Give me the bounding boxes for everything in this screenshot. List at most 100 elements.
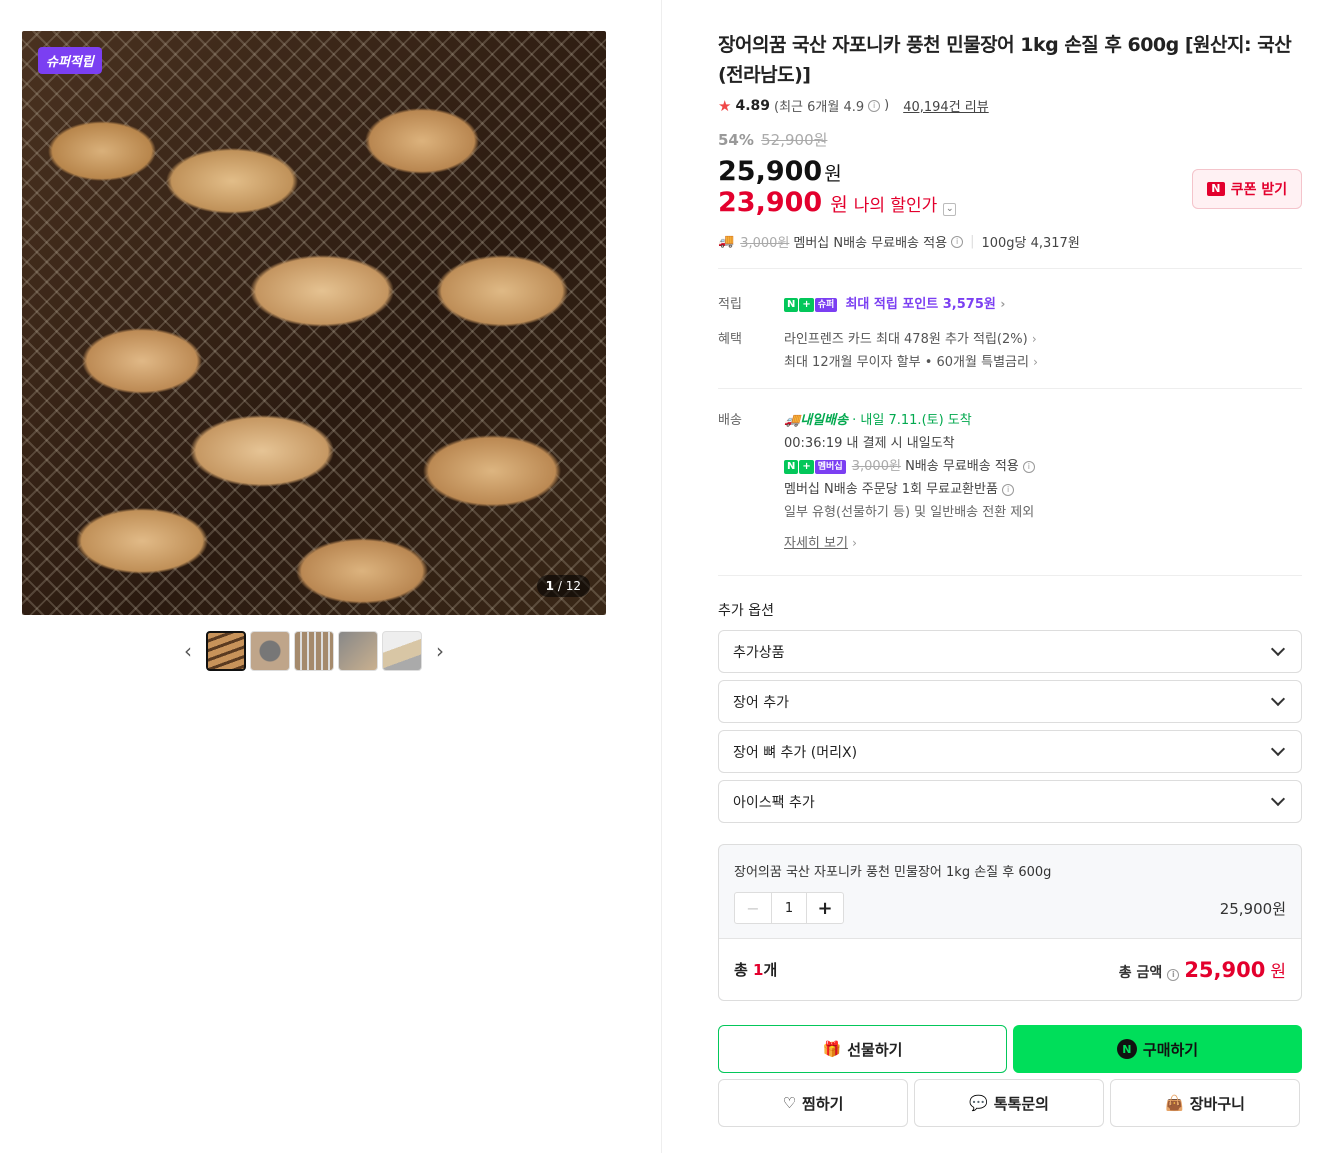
product-info-panel: 장어의꿈 국산 자포니카 풍천 민물장어 1kg 손질 후 600g [원산지:… <box>718 30 1302 1127</box>
thumbnail-3[interactable] <box>294 631 334 671</box>
divider <box>718 388 1302 389</box>
thumb-prev-icon[interactable]: ‹ <box>174 631 202 671</box>
delivery-detail-link[interactable]: 자세히 보기 › <box>784 532 1302 555</box>
product-title: 장어의꿈 국산 자포니카 풍천 민물장어 1kg 손질 후 600g [원산지:… <box>718 34 1292 86</box>
gift-button[interactable]: 🎁 선물하기 <box>718 1025 1007 1073</box>
plus-badge: + <box>799 459 814 474</box>
separator: | <box>970 234 975 249</box>
thumbnail-2[interactable] <box>250 631 290 671</box>
super-points-badge: 슈퍼적립 <box>38 47 102 74</box>
thumbnail-1[interactable] <box>206 631 246 671</box>
delivery-truck-icon: 🚚 <box>784 413 801 428</box>
tomorrow-delivery-badge: 🚚내일배송 <box>784 413 848 428</box>
truck-icon: 🚚 <box>718 234 735 249</box>
chevron-down-icon[interactable]: ⌄ <box>943 203 957 216</box>
options-title: 추가 옵션 <box>718 603 774 619</box>
quantity-stepper: − 1 + <box>734 892 844 924</box>
card-benefit-link[interactable]: 라인프렌즈 카드 최대 478원 추가 적립(2%) › <box>784 328 1302 351</box>
coupon-button[interactable]: N 쿠폰 받기 <box>1192 169 1302 209</box>
coupon-label: 쿠폰 받기 <box>1230 182 1288 198</box>
free-exchange-text: 멤버십 N배송 주문당 1회 무료교환반품 <box>784 482 998 497</box>
delivery-date: · 내일 7.11.(토) 도착 <box>852 413 972 428</box>
option-select-additional[interactable]: 추가상품 <box>718 630 1302 673</box>
shopping-bag-icon: 👜 <box>1165 1094 1184 1112</box>
rating-row: ★ 4.89 (최근 6개월 4.9 i) 40,194건 리뷰 <box>718 96 1302 116</box>
total-count: 총 1개 <box>734 959 777 980</box>
thumbnail-5[interactable] <box>382 631 422 671</box>
quantity-value[interactable]: 1 <box>771 893 807 923</box>
sale-price-unit: 원 <box>824 163 842 185</box>
delivery-exclusion-text: 일부 유형(선물하기 등) 및 일반배송 전환 제외 <box>784 505 1035 520</box>
option-select-label: 추가상품 <box>733 644 785 661</box>
wishlist-label: 찜하기 <box>802 1094 844 1113</box>
buy-button[interactable]: N 구매하기 <box>1013 1025 1302 1073</box>
delivery-type: 내일배송 <box>800 413 849 428</box>
unit-price: 100g당 4,317원 <box>981 236 1080 251</box>
points-section: 적립 N + 슈퍼 최대 적립 포인트 3,575원 › <box>718 293 1302 316</box>
chevron-down-icon <box>1270 791 1286 807</box>
shipping-original: 3,000원 <box>740 236 790 251</box>
cart-label: 장바구니 <box>1189 1094 1245 1113</box>
info-icon[interactable]: i <box>951 235 964 248</box>
divider <box>718 268 1302 269</box>
image-counter: 1 / 12 <box>536 575 590 597</box>
thumbnail-strip: ‹ › <box>22 631 606 671</box>
max-points-link[interactable]: 최대 적립 포인트 3,575원 › <box>845 297 1005 312</box>
talk-inquiry-label: 톡톡문의 <box>993 1094 1049 1113</box>
info-icon[interactable]: i <box>1002 483 1015 496</box>
secondary-actions: ♡ 찜하기 💬 톡톡문의 👜 장바구니 <box>718 1079 1302 1127</box>
free-shipping-text: N배송 무료배송 적용 <box>905 459 1019 474</box>
naver-plus-super-badge: N + 슈퍼 <box>784 297 838 312</box>
minus-icon[interactable]: − <box>735 893 771 923</box>
info-icon[interactable]: i <box>1022 460 1035 473</box>
option-select-icepack[interactable]: 아이스팩 추가 <box>718 780 1302 823</box>
benefits-section: 혜택 라인프렌즈 카드 최대 478원 추가 적립(2%) › 최대 12개월 … <box>718 328 1302 374</box>
gift-icon: 🎁 <box>822 1040 842 1058</box>
selected-item-box: 장어의꿈 국산 자포니카 풍천 민물장어 1kg 손질 후 600g − 1 +… <box>718 844 1302 1001</box>
star-icon: ★ <box>718 96 732 115</box>
membership-badge: 멤버십 <box>814 459 846 474</box>
max-points-text: 최대 적립 포인트 3,575원 <box>845 297 996 312</box>
divider <box>718 575 1302 576</box>
info-icon[interactable]: i <box>1167 969 1180 981</box>
option-select-label: 장어 뼈 추가 (머리X) <box>733 744 858 761</box>
cart-button[interactable]: 👜 장바구니 <box>1110 1079 1300 1127</box>
chat-icon: 💬 <box>969 1094 988 1112</box>
my-price-value: 23,900 <box>718 187 823 218</box>
n-badge: N <box>784 297 799 312</box>
chevron-right-icon: › <box>1000 297 1006 311</box>
thumb-next-icon[interactable]: › <box>426 631 454 671</box>
review-count-link[interactable]: 40,194건 리뷰 <box>903 96 989 115</box>
total-count-suffix: 개 <box>763 961 778 979</box>
thumbnail-4[interactable] <box>338 631 378 671</box>
card-benefit-text: 라인프렌즈 카드 최대 478원 추가 적립(2%) <box>784 332 1028 347</box>
installment-text: 최대 12개월 무이자 할부 • 60개월 특별금리 <box>784 355 1029 370</box>
points-label: 적립 <box>718 297 742 312</box>
talk-inquiry-button[interactable]: 💬 톡톡문의 <box>914 1079 1104 1127</box>
main-product-image[interactable]: 슈퍼적립 1 / 12 <box>22 31 606 615</box>
rating-value: 4.89 <box>735 97 770 114</box>
plus-icon[interactable]: + <box>807 893 843 923</box>
plus-badge: + <box>799 297 814 312</box>
chevron-down-icon <box>1270 691 1286 707</box>
discount-row: 54% 52,900원 <box>718 129 1302 150</box>
selected-item-name: 장어의꿈 국산 자포니카 풍천 민물장어 1kg 손질 후 600g <box>734 865 1052 880</box>
installment-link[interactable]: 최대 12개월 무이자 할부 • 60개월 특별금리 › <box>784 351 1302 374</box>
delivery-countdown: 00:36:19 <box>784 436 843 451</box>
shipping-text: 멤버십 N배송 무료배송 적용 <box>793 236 948 251</box>
my-price-unit: 원 <box>830 194 848 216</box>
total-count-value: 1 <box>753 961 764 979</box>
info-icon[interactable]: i <box>868 99 881 112</box>
option-select-bones[interactable]: 장어 뼈 추가 (머리X) <box>718 730 1302 773</box>
my-price-label: 나의 할인가 <box>853 196 938 216</box>
naver-n-icon: N <box>1206 182 1225 196</box>
wishlist-button[interactable]: ♡ 찜하기 <box>718 1079 908 1127</box>
n-badge: N <box>784 459 799 474</box>
heart-icon: ♡ <box>782 1094 797 1112</box>
buy-label: 구매하기 <box>1142 1040 1199 1059</box>
total-amount-value: 25,900 <box>1184 958 1266 982</box>
naver-n-icon: N <box>1116 1039 1137 1059</box>
chevron-right-icon: › <box>1031 332 1037 346</box>
rating-recent-close: ) <box>884 98 890 113</box>
option-select-eel[interactable]: 장어 추가 <box>718 680 1302 723</box>
